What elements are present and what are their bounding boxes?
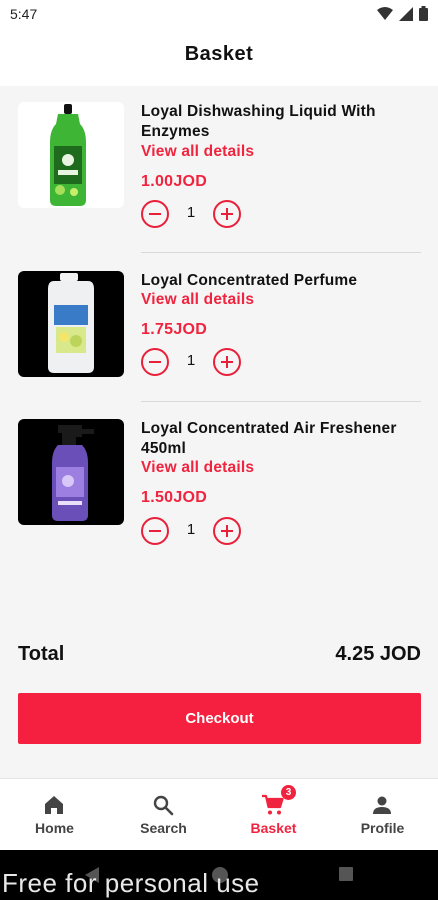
nav-item-search[interactable]: Search (109, 779, 218, 851)
decrease-quantity-button[interactable] (141, 348, 169, 376)
product-price: 1.75JOD (141, 321, 208, 338)
quantity-value: 1 (186, 352, 196, 369)
dishwashing-bottle-image (50, 104, 86, 206)
battery-icon (419, 6, 428, 21)
quantity-stepper: 1 (141, 517, 243, 545)
cart-count-badge: 3 (281, 785, 296, 800)
nav-item-basket[interactable]: 3 Basket (219, 779, 328, 851)
view-details-link[interactable]: View all details (141, 143, 254, 161)
app-header: Basket (0, 28, 438, 86)
quantity-value: 1 (186, 521, 196, 538)
product-name: Loyal Concentrated Air Freshener 450ml (141, 420, 397, 457)
status-icons (377, 6, 428, 21)
perfume-bottle-image (48, 273, 94, 373)
checkout-button[interactable]: Checkout (18, 693, 421, 744)
search-icon (153, 795, 174, 816)
product-image (18, 419, 124, 525)
product-price: 1.00JOD (141, 173, 208, 190)
nav-label: Basket (250, 820, 297, 836)
nav-item-home[interactable]: Home (0, 779, 109, 851)
increase-quantity-button[interactable] (213, 517, 241, 545)
watermark-text: Free for personal use (2, 868, 260, 898)
view-details-link[interactable]: View all details (141, 459, 254, 477)
item-divider (141, 401, 421, 402)
wifi-icon (377, 6, 393, 20)
total-label: Total (18, 643, 65, 665)
status-bar: 5:47 (0, 0, 438, 28)
quantity-stepper: 1 (141, 200, 243, 228)
increase-quantity-button[interactable] (213, 200, 241, 228)
product-image (18, 102, 124, 208)
person-icon (373, 796, 391, 814)
home-icon (45, 796, 63, 814)
nav-label: Profile (360, 820, 405, 836)
page-title: Basket (184, 43, 254, 65)
total-value: 4.25 JOD (335, 643, 421, 665)
signal-icon (399, 6, 413, 21)
nav-label: Search (140, 820, 187, 836)
quantity-stepper: 1 (141, 348, 243, 376)
nav-item-profile[interactable]: Profile (328, 779, 437, 851)
decrease-quantity-button[interactable] (141, 517, 169, 545)
recent-apps-icon[interactable] (338, 866, 354, 882)
decrease-quantity-button[interactable] (141, 200, 169, 228)
product-name: Loyal Dishwashing Liquid With Enzymes (141, 103, 376, 140)
quantity-value: 1 (186, 204, 196, 221)
product-image (18, 271, 124, 377)
status-time: 5:47 (10, 6, 38, 22)
product-price: 1.50JOD (141, 489, 208, 506)
view-details-link[interactable]: View all details (141, 291, 254, 309)
product-name: Loyal Concentrated Perfume (141, 272, 358, 289)
air-freshener-bottle-image (52, 425, 94, 521)
bottom-navigation: Home Search 3 Basket Profile (0, 778, 438, 850)
increase-quantity-button[interactable] (213, 348, 241, 376)
item-divider (141, 252, 421, 253)
nav-label: Home (35, 820, 74, 836)
